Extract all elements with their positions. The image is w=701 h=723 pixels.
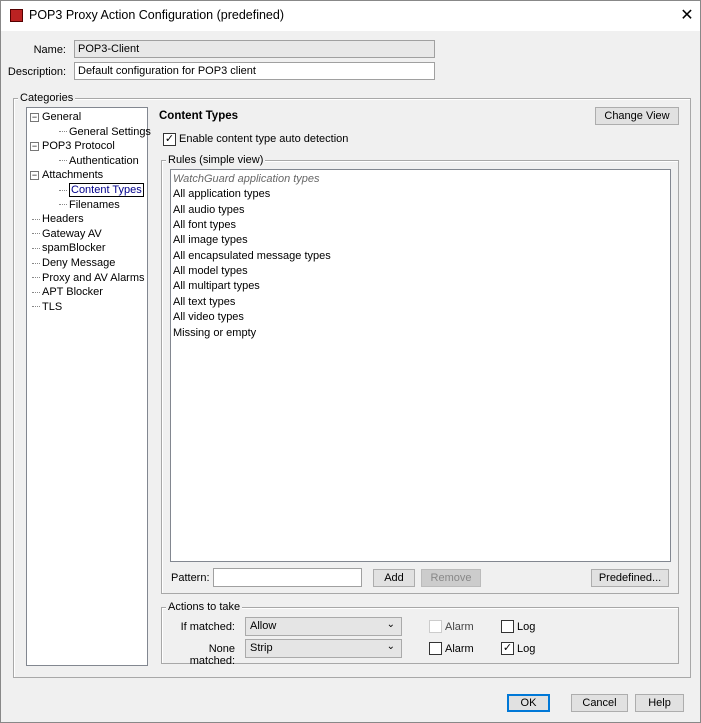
- tree-connector: [32, 291, 40, 293]
- tree-item[interactable]: − General: [30, 110, 81, 124]
- tree-item-label: Proxy and AV Alarms: [42, 271, 145, 284]
- none-matched-select[interactable]: Strip ⌄: [245, 639, 402, 658]
- tree-item-label: Content Types: [69, 183, 144, 197]
- tree-item[interactable]: Headers: [32, 212, 84, 226]
- if-matched-select[interactable]: Allow ⌄: [245, 617, 402, 636]
- pattern-input[interactable]: [213, 568, 362, 587]
- rule-item[interactable]: All video types: [173, 311, 244, 323]
- tree-item[interactable]: spamBlocker: [32, 241, 106, 255]
- tree-item[interactable]: Gateway AV: [32, 227, 102, 241]
- rule-item[interactable]: All multipart types: [173, 280, 260, 292]
- none-log-label: Log: [517, 643, 536, 655]
- tree-connector: [32, 233, 40, 235]
- tree-item[interactable]: Authentication: [59, 154, 139, 168]
- tree-item[interactable]: Filenames: [59, 198, 120, 212]
- auto-detect-checkbox[interactable]: ✓: [163, 133, 176, 146]
- rule-item[interactable]: All application types: [173, 188, 270, 200]
- tree-item[interactable]: Content Types: [59, 183, 144, 197]
- tree-item-label: Attachments: [42, 169, 104, 182]
- tree-connector: [59, 131, 67, 133]
- if-log-checkbox[interactable]: [501, 620, 514, 633]
- if-log-label: Log: [517, 621, 536, 633]
- remove-button[interactable]: Remove: [421, 569, 481, 587]
- tree-item[interactable]: Proxy and AV Alarms: [32, 271, 145, 285]
- categories-title: Categories: [18, 92, 76, 104]
- tree-item[interactable]: Deny Message: [32, 256, 115, 270]
- tree-item-label: Authentication: [69, 154, 139, 167]
- cancel-button[interactable]: Cancel: [571, 694, 628, 712]
- tree-item-label: Gateway AV: [42, 227, 102, 240]
- tree-item-label: Deny Message: [42, 257, 116, 269]
- if-matched-value: Allow: [250, 620, 277, 632]
- rules-list[interactable]: WatchGuard application types All applicat…: [170, 169, 671, 562]
- if-alarm-label: Alarm: [445, 621, 474, 633]
- add-button[interactable]: Add: [373, 569, 415, 587]
- none-alarm-checkbox[interactable]: [429, 642, 442, 655]
- tree-item-label: POP3 Protocol: [42, 140, 115, 153]
- tree-item[interactable]: APT Blocker: [32, 285, 103, 299]
- rules-title: Rules (simple view): [166, 154, 266, 166]
- actions-title: Actions to take: [166, 601, 243, 613]
- none-matched-label: None matched:: [189, 643, 235, 667]
- tree-connector: [59, 160, 67, 162]
- description-label: Description:: [7, 66, 66, 78]
- name-field[interactable]: POP3-Client: [74, 40, 435, 58]
- collapse-icon[interactable]: −: [30, 141, 39, 151]
- tree-item-label: TLS: [42, 300, 63, 313]
- help-button[interactable]: Help: [635, 694, 684, 712]
- collapse-icon[interactable]: −: [30, 170, 39, 180]
- if-alarm-checkbox[interactable]: [429, 620, 442, 633]
- tree-item-label: spamBlocker: [42, 242, 106, 255]
- name-label: Name:: [33, 44, 66, 56]
- tree-item-label: APT Blocker: [42, 286, 103, 299]
- tree-item[interactable]: − POP3 Protocol: [30, 139, 115, 153]
- none-log-checkbox[interactable]: ✓: [501, 642, 514, 655]
- tree-connector: [32, 277, 40, 279]
- predefined-button[interactable]: Predefined...: [591, 569, 669, 587]
- rule-item[interactable]: All audio types: [173, 204, 245, 216]
- tree-item[interactable]: General Settings: [59, 125, 151, 139]
- pattern-label: Pattern:: [171, 572, 210, 584]
- collapse-icon[interactable]: −: [30, 112, 39, 122]
- auto-detect-label: Enable content type auto detection: [179, 133, 349, 145]
- none-matched-value: Strip: [250, 642, 273, 654]
- rule-item[interactable]: WatchGuard application types: [173, 173, 320, 185]
- title-bar: POP3 Proxy Action Configuration (predefi…: [1, 1, 700, 31]
- section-heading: Content Types: [159, 110, 239, 122]
- actions-group: Actions to take: [161, 601, 679, 664]
- tree-connector: [59, 204, 67, 206]
- tree-connector: [32, 247, 40, 249]
- tree-item-label: Filenames: [69, 198, 120, 211]
- none-alarm-label: Alarm: [445, 643, 474, 655]
- category-tree[interactable]: − General General Settings − POP3 Protocol Au…: [26, 107, 151, 666]
- rule-item[interactable]: All model types: [173, 265, 248, 277]
- ok-button[interactable]: OK: [507, 694, 550, 712]
- chevron-down-icon: ⌄: [386, 619, 395, 630]
- rule-item[interactable]: All encapsulated message types: [173, 250, 331, 262]
- tree-connector: [59, 189, 67, 191]
- window-title: POP3 Proxy Action Configuration (predefi…: [29, 8, 284, 22]
- app-icon: [10, 9, 23, 22]
- if-matched-label: If matched:: [180, 621, 235, 633]
- tree-connector: [32, 262, 40, 264]
- tree-connector: [32, 218, 40, 220]
- tree-item[interactable]: TLS: [32, 300, 62, 314]
- change-view-button[interactable]: Change View: [595, 107, 679, 125]
- rule-item[interactable]: All font types: [173, 219, 236, 231]
- tree-item[interactable]: − Attachments: [30, 168, 103, 182]
- rule-item[interactable]: Missing or empty: [173, 327, 256, 339]
- rule-item[interactable]: All image types: [173, 234, 248, 246]
- tree-connector: [32, 306, 40, 308]
- description-field[interactable]: Default configuration for POP3 client: [74, 62, 435, 80]
- close-icon[interactable]: ✕: [677, 5, 697, 25]
- rule-item[interactable]: All text types: [173, 296, 235, 308]
- tree-item-label: General Settings: [69, 125, 151, 138]
- tree-item-label: General: [42, 111, 82, 123]
- tree-item-label: Headers: [42, 213, 84, 226]
- chevron-down-icon: ⌄: [386, 641, 395, 652]
